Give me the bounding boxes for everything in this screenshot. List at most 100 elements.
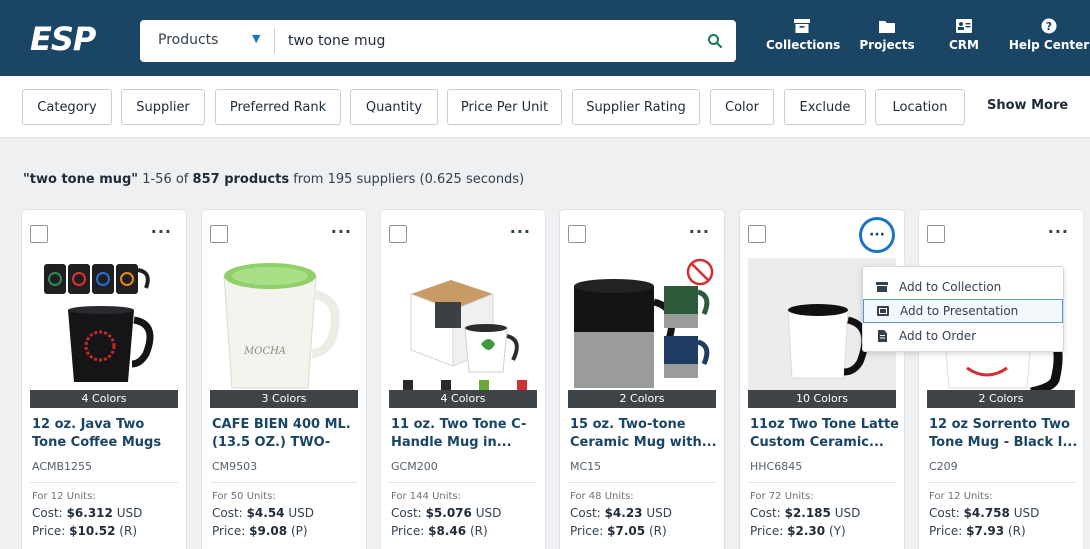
product-title[interactable]: CAFE BIEN 400 ML. (13.5 OZ.) TWO-TO... (212, 416, 362, 452)
filter-quantity[interactable]: Quantity (350, 89, 438, 125)
more-options-button-active[interactable]: ··· (859, 217, 895, 253)
more-options-icon[interactable]: ··· (151, 224, 172, 240)
cost-line: Cost: $4.23 USD (570, 506, 672, 520)
filter-category[interactable]: Category (22, 89, 112, 125)
archive-icon (794, 19, 810, 33)
caret-down-icon[interactable]: ▼ (252, 32, 260, 45)
nav-label: Help Center (1008, 38, 1090, 52)
show-more-link[interactable]: Show More (987, 98, 1068, 113)
more-options-icon[interactable]: ··· (331, 224, 352, 240)
product-image: MOCHA (223, 263, 340, 389)
cost-value: $2.185 (784, 506, 831, 520)
product-card[interactable]: 10 Colors 11oz Two Tone Latte Custom Cer… (740, 210, 904, 549)
menu-item-label: Add to Presentation (900, 304, 1019, 318)
price-line: Price: $7.05 (R) (570, 524, 667, 538)
price-label: Price: (391, 524, 425, 538)
product-card[interactable]: ··· MOCHA 3 Colors CAFE BIEN 400 ML. (13… (202, 210, 366, 549)
search-icon[interactable] (700, 26, 730, 56)
cost-line: Cost: $6.312 USD (32, 506, 142, 520)
filter-supplier-rating[interactable]: Supplier Rating (572, 89, 700, 125)
product-title[interactable]: 11oz Two Tone Latte Custom Ceramic... (750, 416, 900, 452)
product-card[interactable]: ··· 2 Colors 15 oz. Two-tone Ceramic Mug… (560, 210, 724, 549)
select-checkbox[interactable] (30, 225, 48, 243)
results-summary: "two tone mug" 1-56 of 857 products from… (23, 172, 524, 187)
search-scope-select[interactable]: Products (158, 32, 218, 48)
cost-value: $4.54 (246, 506, 285, 520)
filter-price-per-unit[interactable]: Price Per Unit (447, 89, 562, 125)
price-line: Price: $2.30 (Y) (750, 524, 846, 538)
menu-add-to-collection[interactable]: Add to Collection (863, 275, 1063, 299)
cost-line: Cost: $4.758 USD (929, 506, 1039, 520)
cost-currency: USD (1013, 506, 1040, 520)
color-count-badge: 2 Colors (927, 390, 1075, 408)
nav-help-center[interactable]: ? Help Center (1008, 18, 1090, 66)
product-title[interactable]: 15 oz. Two-tone Ceramic Mug with... (570, 416, 720, 452)
cost-currency: USD (475, 506, 502, 520)
nav-label: Projects (859, 38, 915, 52)
cost-value: $6.312 (66, 506, 113, 520)
product-card[interactable]: ··· 2 Colors 12 oz Sorrento Two Tone Mug… (919, 210, 1083, 549)
more-options-icon[interactable]: ··· (689, 224, 710, 240)
presentation-icon (877, 306, 889, 316)
product-title[interactable]: 12 oz Sorrento Two Tone Mug - Black I... (929, 416, 1079, 452)
cost-value: $4.758 (963, 506, 1010, 520)
more-options-icon[interactable]: ··· (510, 224, 531, 240)
card-divider (210, 482, 358, 483)
product-title[interactable]: 11 oz. Two Tone C-Handle Mug in... (391, 416, 541, 452)
product-sku: MC15 (570, 460, 602, 473)
product-card[interactable]: ··· 4 Colors 12 oz. Java Two Tone Coffee… (22, 210, 186, 549)
cost-label: Cost: (929, 506, 960, 520)
unit-quantity: For 48 Units: (570, 491, 634, 502)
product-card[interactable]: ··· 4 Colors 11 oz. Two Tone C-Handle Mu… (381, 210, 545, 549)
price-code: (Y) (828, 524, 846, 538)
select-checkbox[interactable] (389, 225, 407, 243)
price-code: (R) (469, 524, 488, 538)
nav-collections[interactable]: Collections (766, 18, 840, 66)
search-divider (274, 28, 275, 54)
svg-text:?: ? (1046, 20, 1052, 33)
select-checkbox[interactable] (927, 225, 945, 243)
svg-text:MOCHA: MOCHA (243, 346, 286, 357)
menu-item-label: Add to Order (899, 329, 977, 343)
filter-preferred-rank[interactable]: Preferred Rank (215, 89, 341, 125)
price-line: Price: $10.52 (R) (32, 524, 137, 538)
filter-supplier[interactable]: Supplier (121, 89, 205, 125)
menu-add-to-order[interactable]: Add to Order (863, 324, 1063, 348)
more-options-icon[interactable]: ··· (1048, 224, 1069, 240)
price-value: $8.46 (428, 524, 467, 538)
filter-location[interactable]: Location (875, 89, 965, 125)
select-checkbox[interactable] (748, 225, 766, 243)
price-label: Price: (750, 524, 784, 538)
cost-currency: USD (646, 506, 672, 520)
menu-add-to-presentation[interactable]: Add to Presentation (863, 299, 1063, 323)
filter-color[interactable]: Color (710, 89, 774, 125)
esp-logo[interactable]: ESP (30, 20, 96, 58)
unit-quantity: For 12 Units: (929, 491, 993, 502)
help-icon: ? (1041, 18, 1057, 34)
cost-currency: USD (834, 506, 861, 520)
filter-exclude[interactable]: Exclude (784, 89, 866, 125)
price-value: $7.05 (607, 524, 646, 538)
product-actions-menu: Add to Collection Add to Presentation Ad… (862, 266, 1064, 352)
color-count-badge: 3 Colors (210, 390, 358, 408)
nav-crm[interactable]: CRM (940, 18, 988, 66)
product-title[interactable]: 12 oz. Java Two Tone Coffee Mugs (32, 416, 182, 452)
price-label: Price: (32, 524, 66, 538)
product-sku: ACMB1255 (32, 460, 93, 473)
cost-label: Cost: (391, 506, 422, 520)
select-checkbox[interactable] (568, 225, 586, 243)
folder-icon (879, 21, 895, 33)
color-count-badge: 2 Colors (568, 390, 716, 408)
unit-quantity: For 12 Units: (32, 491, 96, 502)
nav-projects[interactable]: Projects (856, 18, 918, 66)
color-count-badge: 4 Colors (30, 390, 178, 408)
cost-label: Cost: (750, 506, 781, 520)
product-sku: C209 (929, 460, 958, 473)
cost-label: Cost: (32, 506, 63, 520)
cost-line: Cost: $4.54 USD (212, 506, 314, 520)
search-input[interactable] (288, 28, 688, 54)
price-line: Price: $8.46 (R) (391, 524, 488, 538)
price-label: Price: (570, 524, 604, 538)
product-sku: HHC6845 (750, 460, 803, 473)
select-checkbox[interactable] (210, 225, 228, 243)
